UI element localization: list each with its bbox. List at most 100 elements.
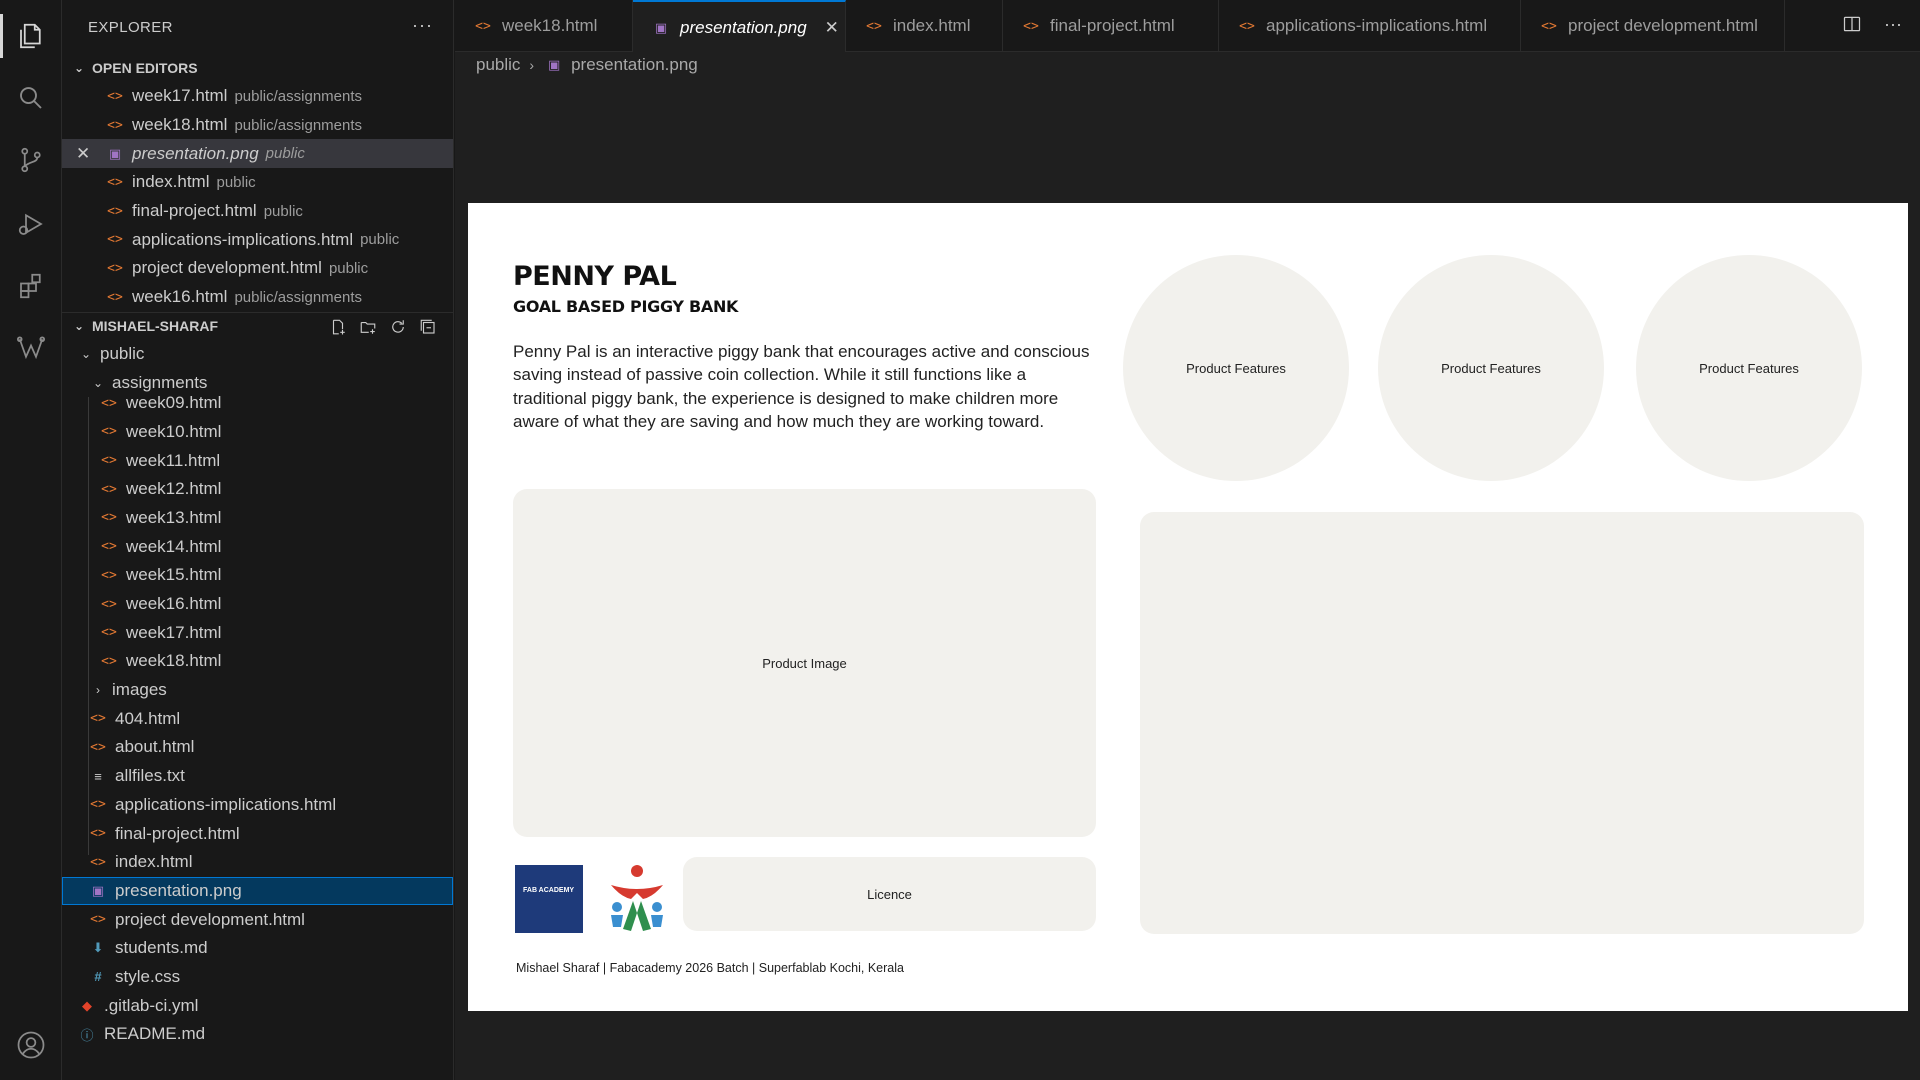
feature-label: Product Features — [1186, 360, 1286, 376]
tree-file[interactable]: ≡ allfiles.txt — [62, 762, 453, 791]
new-file-icon[interactable] — [327, 316, 349, 338]
tree-file[interactable]: <> 404.html — [62, 704, 453, 733]
folder-name: public — [100, 343, 145, 363]
file-name: final-project.html — [115, 823, 240, 843]
tree-file[interactable]: <> week14.html — [62, 532, 453, 561]
html-icon: <> — [107, 203, 123, 219]
open-editor-item[interactable]: <> index.html public — [62, 168, 453, 197]
tree-folder-public[interactable]: ⌄ public — [62, 340, 453, 369]
tab-bar: <> week18.html ▣ presentation.png ✕ <> index… — [455, 0, 1920, 53]
open-editor-item[interactable]: <> week16.html public/assignments — [62, 283, 453, 312]
html-icon: <> — [107, 260, 123, 276]
tab-project-development[interactable]: <> project development.html — [1521, 0, 1785, 52]
open-editor-path: public — [328, 259, 369, 277]
tab-label: index.html — [893, 16, 971, 35]
tree-file[interactable]: <> week12.html — [62, 475, 453, 504]
tree-folder-images[interactable]: › images — [62, 676, 453, 705]
tree-file[interactable]: <> week18.html — [62, 647, 453, 676]
file-name: about.html — [115, 737, 195, 757]
tree-file[interactable]: <> applications-implications.html — [62, 791, 453, 820]
file-name: week16.html — [126, 594, 222, 614]
html-icon: <> — [90, 711, 106, 727]
activity-bar — [0, 0, 62, 1080]
feature-circle: Product Features — [1123, 255, 1349, 481]
account-icon[interactable] — [16, 1030, 46, 1060]
chevron-down-icon: ⌄ — [92, 375, 104, 390]
search-icon[interactable] — [0, 70, 62, 126]
collapse-all-icon[interactable] — [417, 316, 439, 338]
tree-file[interactable]: <> week09.html — [62, 389, 453, 418]
breadcrumb-file[interactable]: presentation.png — [571, 55, 698, 75]
tab-final-project[interactable]: <> final-project.html — [1003, 0, 1219, 52]
open-editor-item[interactable]: <> project development.html public — [62, 254, 453, 283]
tree-file[interactable]: <> week16.html — [62, 590, 453, 619]
more-actions-icon[interactable]: ··· — [1884, 14, 1902, 39]
breadcrumb-folder[interactable]: public — [476, 55, 520, 75]
extensions-icon[interactable] — [0, 258, 62, 314]
tree-file[interactable]: <> week10.html — [62, 418, 453, 447]
split-editor-icon[interactable] — [1842, 14, 1862, 39]
tree-file[interactable]: <> week13.html — [62, 504, 453, 533]
html-icon: <> — [101, 510, 117, 526]
html-icon: <> — [107, 117, 123, 133]
feature-circle: Product Features — [1378, 255, 1604, 481]
tree-file[interactable]: <> index.html — [62, 848, 453, 877]
open-editor-item[interactable]: <> week17.html public/assignments — [62, 82, 453, 111]
open-editor-path: public — [216, 173, 256, 191]
chevron-right-icon: › — [529, 57, 535, 73]
workspace-actions — [327, 316, 439, 338]
product-image-label: Product Image — [762, 655, 847, 671]
chevron-down-icon: ⌄ — [80, 346, 92, 361]
tree-file[interactable]: ⬇ students.md — [62, 934, 453, 963]
tree-file[interactable]: ⓘ README.md — [62, 1020, 453, 1049]
tab-week18[interactable]: <> week18.html — [455, 0, 633, 52]
tree-file[interactable]: <> final-project.html — [62, 819, 453, 848]
open-editor-item[interactable]: <> final-project.html public — [62, 197, 453, 226]
tree-file[interactable]: # style.css — [62, 963, 453, 992]
open-editor-item-active[interactable]: ✕ ▣ presentation.png public — [62, 139, 453, 169]
tree-file[interactable]: ◆ .gitlab-ci.yml — [62, 991, 453, 1020]
explorer-icon[interactable] — [0, 8, 62, 64]
open-editors-label: OPEN EDITORS — [92, 60, 198, 76]
feature-label: Product Features — [1699, 360, 1799, 376]
tree-file[interactable]: <> week17.html — [62, 618, 453, 647]
tab-index[interactable]: <> index.html — [846, 0, 1003, 52]
source-control-icon[interactable] — [0, 132, 62, 188]
new-folder-icon[interactable] — [357, 316, 379, 338]
tab-applications-implications[interactable]: <> applications-implications.html — [1219, 0, 1521, 52]
pipeline-icon[interactable] — [0, 320, 62, 376]
people-logo — [611, 865, 663, 931]
file-name: 404.html — [115, 708, 181, 728]
open-editor-name: index.html — [132, 172, 210, 192]
tree-file-selected[interactable]: ▣ presentation.png — [62, 876, 453, 906]
breadcrumb: public › ▣ presentation.png — [455, 52, 1920, 78]
tree-file[interactable]: <> week11.html — [62, 446, 453, 475]
fab-academy-logo-text: FAB ACADEMY — [523, 887, 575, 894]
open-editors-header[interactable]: ⌄ OPEN EDITORS — [62, 54, 453, 82]
close-icon[interactable]: ✕ — [76, 144, 90, 164]
html-icon: <> — [866, 18, 882, 34]
tree-file[interactable]: <> week15.html — [62, 561, 453, 590]
open-editor-name: final-project.html — [132, 201, 257, 221]
tab-presentation[interactable]: ▣ presentation.png ✕ — [633, 0, 846, 53]
workspace-header[interactable]: ⌄ MISHAEL-SHARAF — [62, 311, 453, 340]
licence-box: Licence — [683, 857, 1096, 931]
file-name: .gitlab-ci.yml — [104, 995, 199, 1015]
refresh-icon[interactable] — [387, 316, 409, 338]
run-debug-icon[interactable] — [0, 196, 62, 252]
tree-file[interactable]: <> project development.html — [62, 905, 453, 934]
open-editor-item[interactable]: <> applications-implications.html public — [62, 225, 453, 254]
open-editor-name: applications-implications.html — [132, 229, 354, 249]
more-actions-icon[interactable]: ··· — [412, 15, 433, 36]
open-editor-item[interactable]: <> week18.html public/assignments — [62, 111, 453, 140]
file-name: week15.html — [126, 565, 222, 585]
large-placeholder-panel — [1140, 512, 1864, 934]
product-image-placeholder: Product Image — [513, 489, 1096, 837]
tree-file[interactable]: <> about.html — [62, 733, 453, 762]
file-name: week11.html — [126, 450, 221, 470]
slide-description: Penny Pal is an interactive piggy bank t… — [513, 342, 1090, 432]
close-icon[interactable]: ✕ — [825, 18, 839, 38]
html-icon: <> — [101, 424, 117, 440]
html-icon: <> — [101, 567, 117, 583]
html-icon: <> — [1541, 18, 1557, 34]
